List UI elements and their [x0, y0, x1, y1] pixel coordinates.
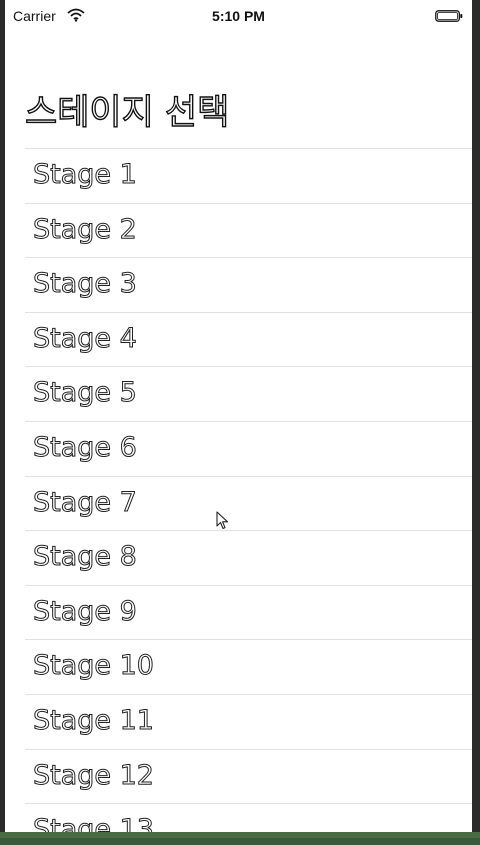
window-bottom-edge: [0, 832, 480, 845]
stage-row[interactable]: Stage 10: [25, 639, 472, 694]
stage-label: Stage 2: [33, 213, 138, 245]
stage-label: Stage 9: [33, 595, 138, 627]
battery-icon: [435, 10, 463, 22]
stage-label: Stage 11: [33, 704, 155, 736]
stage-label: Stage 13: [33, 814, 155, 832]
stage-row[interactable]: Stage 11: [25, 693, 472, 749]
status-bar: Carrier 5:10 PM: [5, 0, 472, 34]
stage-label: Stage 3: [33, 268, 138, 300]
stage-label: Stage 12: [33, 759, 155, 791]
stage-row[interactable]: Stage 5: [25, 366, 472, 421]
stage-row[interactable]: Stage 3: [25, 257, 472, 312]
stage-label: Stage 6: [33, 431, 138, 463]
stage-row[interactable]: Stage 9: [25, 584, 472, 640]
stage-label: Stage 7: [33, 486, 138, 518]
stage-label: Stage 1: [33, 159, 138, 191]
page-title: 스테이지 선택: [24, 92, 230, 133]
mouse-cursor-icon: [216, 511, 229, 530]
stage-row[interactable]: Stage 8: [25, 530, 472, 585]
stage-label: Stage 4: [33, 322, 138, 354]
stage-row[interactable]: Stage 13: [25, 803, 472, 832]
clock: 5:10 PM: [212, 8, 265, 24]
stage-list: Stage 1 Stage 2 Stage 3 Stage 4 Stage 5 Stage…: [25, 148, 472, 832]
app-screen: Carrier 5:10 PM 스테이지 선택 Stage 1 Stage 2 St…: [5, 0, 472, 832]
stage-row[interactable]: Stage 6: [25, 420, 472, 476]
stage-row[interactable]: Stage 12: [25, 748, 472, 804]
simulator-frame: Carrier 5:10 PM 스테이지 선택 Stage 1 Stage 2 St…: [0, 0, 480, 845]
stage-row[interactable]: Stage 2: [25, 202, 472, 258]
stage-label: Stage 5: [33, 377, 138, 409]
stage-row[interactable]: Stage 7: [25, 475, 472, 531]
stage-row[interactable]: Stage 4: [25, 311, 472, 367]
stage-label: Stage 10: [33, 650, 155, 682]
stage-row[interactable]: Stage 1: [25, 148, 472, 203]
stage-label: Stage 8: [33, 541, 138, 573]
